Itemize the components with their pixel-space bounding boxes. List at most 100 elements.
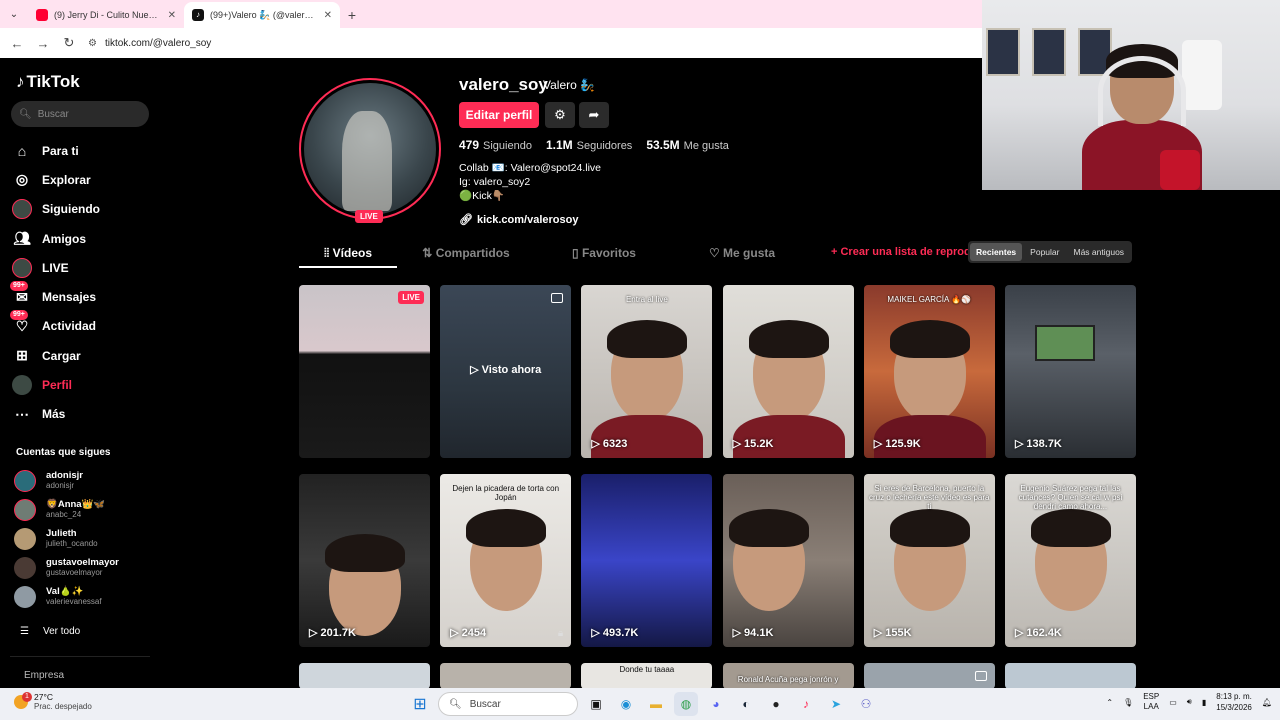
video-card[interactable]: ▷ 138.7K <box>1004 285 1136 458</box>
reload-icon[interactable]: ↻ <box>58 32 80 54</box>
share-icon: ➦ <box>588 107 600 122</box>
notifications-icon[interactable]: 🔔︎ <box>1262 698 1272 707</box>
volume-icon[interactable]: 🔊︎ <box>1187 697 1192 707</box>
browser-tab-youtube[interactable]: (9) Jerry Di - Culito Nuevo 2 ft. ✕ <box>28 2 184 28</box>
video-card[interactable] <box>440 663 572 689</box>
list-icon: ☰ <box>20 626 29 637</box>
sort-oldest[interactable]: Más antiguos <box>1067 243 1130 261</box>
close-icon[interactable]: ✕ <box>324 10 332 21</box>
url-field[interactable]: ⚙ tiktok.com/@valero_soy <box>88 32 982 54</box>
video-card[interactable]: Entra al live ▷ 6323 <box>581 285 713 458</box>
video-card[interactable]: Ronald Acuña pega jonrón y <box>722 663 854 689</box>
forward-icon[interactable]: → <box>32 32 54 54</box>
nav-profile[interactable]: Perfil <box>12 370 160 399</box>
tab-reposts[interactable]: ⇅ Compartidos <box>397 242 535 268</box>
obs-icon[interactable]: ● <box>764 692 788 716</box>
video-card[interactable]: ▷ 15.2K <box>722 285 854 458</box>
edge-icon[interactable]: ◉ <box>614 692 638 716</box>
repost-icon: ⇅ <box>422 246 436 260</box>
telegram-icon[interactable]: ➤ <box>824 692 848 716</box>
language-indicator[interactable]: ESP LAA <box>1143 692 1159 712</box>
discord-icon[interactable]: ◕ <box>704 692 728 716</box>
taskbar-search[interactable]: 🔍︎ Buscar <box>438 692 578 716</box>
network-icon[interactable]: ▭ <box>1169 698 1177 707</box>
nav-for-you[interactable]: ⌂ Para ti <box>12 136 160 165</box>
company-link[interactable]: Empresa <box>24 670 64 681</box>
following-account[interactable]: adonisjr adonisjr <box>14 466 154 495</box>
following-account[interactable]: Val🍐✨ valerievanessaf <box>14 582 154 611</box>
nav-messages[interactable]: ✉ 99+ Mensajes <box>10 281 160 311</box>
site-info-icon[interactable]: ⚙ <box>88 38 97 49</box>
nav-upload[interactable]: ⊞ Cargar <box>12 341 160 370</box>
close-icon[interactable]: ✕ <box>168 10 176 21</box>
divider <box>10 656 150 657</box>
tiktok-logo[interactable]: ♪ TikTok <box>16 72 80 92</box>
video-card[interactable]: Si eres de Barcelona, puerto la cruz o l… <box>863 474 995 647</box>
steam-icon[interactable]: ◐ <box>734 692 758 716</box>
browser-tabbar: ⌄ (9) Jerry Di - Culito Nuevo 2 ft. ✕ ♪ … <box>0 0 982 28</box>
video-card[interactable]: ▷ 493.7K <box>581 474 713 647</box>
back-icon[interactable]: ← <box>6 32 28 54</box>
avatar <box>14 556 36 579</box>
new-tab-button[interactable]: + <box>340 2 364 28</box>
tab-liked[interactable]: ♡ Me gusta <box>673 242 811 268</box>
nav-activity[interactable]: ♡ 99+ Actividad <box>10 310 160 341</box>
followers-stat[interactable]: 1.1M Seguidores <box>546 138 632 152</box>
search-input[interactable]: 🔍︎ Buscar <box>11 101 149 127</box>
browser-tab-tiktok[interactable]: ♪ (99+)Valero 🧞 (@valero_soy) | ✕ <box>184 2 340 28</box>
nav-friends[interactable]: 👥︎ Amigos <box>12 224 160 253</box>
chevron-up-icon[interactable]: ⌃ <box>1106 698 1113 707</box>
account-handle: julieth_ocando <box>46 538 98 548</box>
video-card[interactable] <box>1004 663 1136 689</box>
create-playlist-button[interactable]: + Crear una lista de reproducción <box>831 246 981 258</box>
video-card[interactable]: ▷ Visto ahora <box>440 285 572 458</box>
edit-profile-button[interactable]: Editar perfil <box>459 102 539 128</box>
following-stat[interactable]: 479 Siguiendo <box>459 138 532 152</box>
nav-more[interactable]: ⋯ Más <box>12 400 160 429</box>
tab-videos[interactable]: ⦙⦙ Vídeos <box>299 242 397 268</box>
microphone-icon[interactable]: 🎙︎ <box>1123 698 1133 707</box>
file-explorer-icon[interactable]: ▬ <box>644 692 668 716</box>
profile-avatar[interactable] <box>299 78 441 220</box>
nav-following[interactable]: Siguiendo <box>12 195 160 224</box>
weather-widget[interactable]: 1 27°C Prac. despejado <box>14 692 92 712</box>
video-card[interactable]: Donde tu taaaa <box>581 663 713 689</box>
tab-search-icon[interactable]: ⌄ <box>0 0 28 28</box>
windows-start-icon[interactable]: ⊞ <box>408 692 432 716</box>
video-card[interactable]: LIVE <box>299 285 430 458</box>
url-text: tiktok.com/@valero_soy <box>104 37 212 49</box>
share-button[interactable]: ➦ <box>579 102 609 128</box>
video-grid: LIVE ▷ Visto ahora Entra al live ▷ 6323 … <box>299 285 1136 689</box>
nav-explore[interactable]: ◎ Explorar <box>12 165 160 194</box>
video-caption: Entra al live <box>625 295 668 304</box>
tiktok-app-icon[interactable]: ♪ <box>794 692 818 716</box>
video-caption: MAIKEL GARCÍA 🔥⚾ <box>887 295 972 304</box>
tab-title: (99+)Valero 🧞 (@valero_soy) | <box>210 9 318 20</box>
video-card[interactable]: Dejen la picadera de torta con Jopán ▷ 2… <box>440 474 572 647</box>
chrome-icon[interactable]: ◍ <box>674 692 698 716</box>
video-card[interactable]: Eugenio Suárez pega tal las cutances? Qu… <box>1004 474 1136 647</box>
sort-recent[interactable]: Recientes <box>970 243 1023 261</box>
sort-popular[interactable]: Popular <box>1024 243 1065 261</box>
see-all-button[interactable]: ☰ Ver todo <box>20 626 80 637</box>
following-account[interactable]: gustavoelmayor gustavoelmayor <box>14 553 154 582</box>
view-count: ▷ 94.1K <box>732 626 774 640</box>
video-card[interactable] <box>863 663 995 689</box>
battery-icon[interactable]: ▮ <box>1202 698 1206 707</box>
video-card[interactable]: ▷ 201.7K <box>299 474 430 647</box>
video-card[interactable]: MAIKEL GARCÍA 🔥⚾ ▷ 125.9K <box>863 285 995 458</box>
link-icon: 🔗︎ <box>459 214 473 226</box>
tab-favorites[interactable]: ▯ Favoritos <box>535 242 673 268</box>
video-card[interactable] <box>299 663 430 689</box>
profile-nickname: Valero 🧞 <box>543 78 596 92</box>
clock[interactable]: 8:13 p. m. 15/3/2026 <box>1216 691 1252 713</box>
settings-button[interactable]: ⚙ <box>545 102 575 128</box>
messages-badge: 99+ <box>10 281 28 292</box>
profile-link[interactable]: 🔗︎ kick.com/valerosoy <box>459 213 578 227</box>
task-view-icon[interactable]: ▣ <box>584 692 608 716</box>
teams-icon[interactable]: ⚇ <box>854 692 878 716</box>
nav-live[interactable]: LIVE <box>12 253 160 282</box>
following-account[interactable]: Julieth julieth_ocando <box>14 524 154 553</box>
following-account[interactable]: 🦁Anna👑🦋 anabc_24 <box>14 495 154 524</box>
video-card[interactable]: ▷ 94.1K <box>722 474 854 647</box>
